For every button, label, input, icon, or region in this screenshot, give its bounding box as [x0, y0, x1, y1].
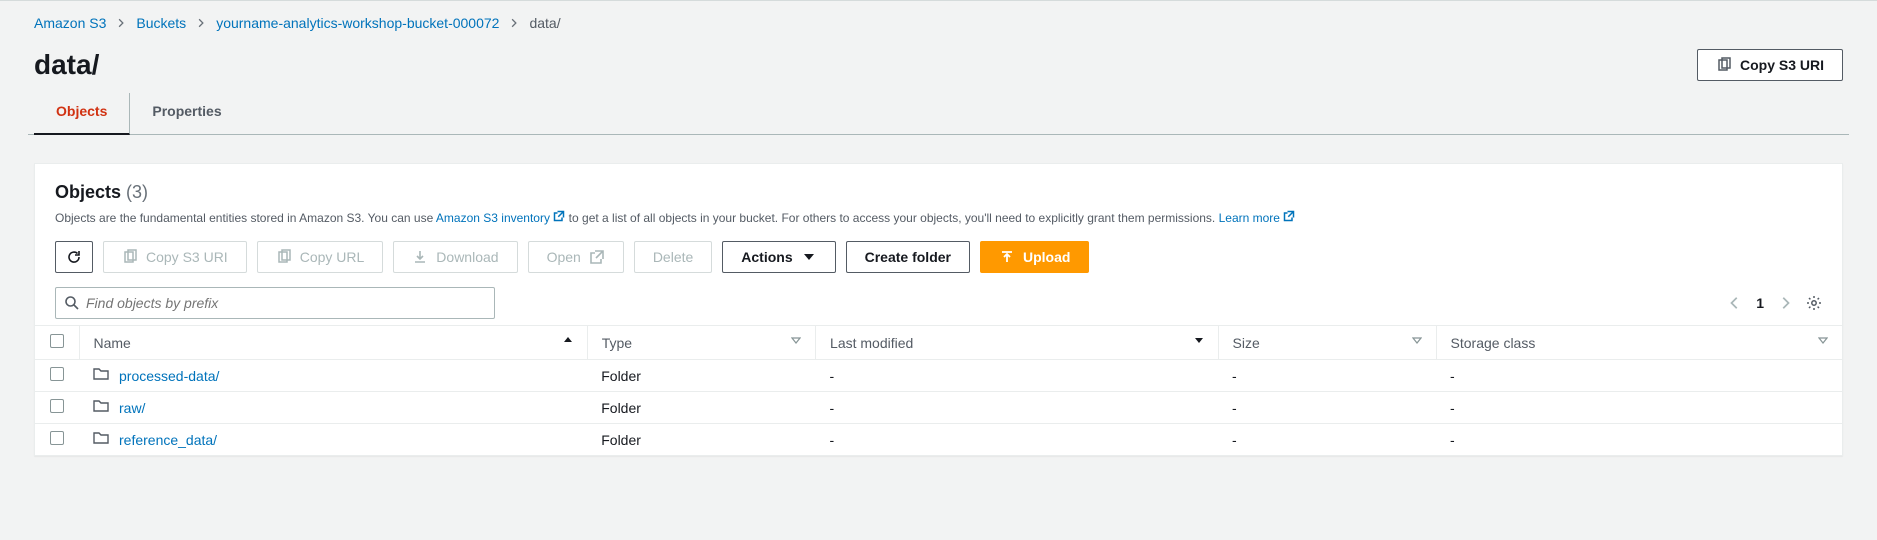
pagination: 1: [1728, 295, 1822, 311]
copy-s3-uri-toolbar-button[interactable]: Copy S3 URI: [103, 241, 247, 273]
cell-storage-class: -: [1436, 392, 1842, 424]
caret-down-icon: [801, 249, 817, 265]
table-row: reference_data/ Folder - - -: [35, 424, 1842, 456]
breadcrumb-link-s3[interactable]: Amazon S3: [34, 15, 106, 31]
cell-last-modified: -: [816, 392, 1218, 424]
table-row: processed-data/ Folder - - -: [35, 360, 1842, 392]
sort-icon: [1818, 335, 1828, 348]
copy-s3-uri-label: Copy S3 URI: [1740, 57, 1824, 73]
panel-description: Objects are the fundamental entities sto…: [55, 209, 1822, 227]
col-name[interactable]: Name: [79, 326, 587, 360]
tabs: Objects Properties: [28, 93, 1849, 135]
cell-type: Folder: [587, 392, 815, 424]
panel-title: Objects (3): [55, 182, 148, 202]
copy-icon: [1716, 57, 1732, 73]
learn-more-link[interactable]: Learn more: [1219, 211, 1296, 225]
page-title: data/: [34, 49, 99, 81]
col-type[interactable]: Type: [587, 326, 815, 360]
breadcrumb-link-bucket[interactable]: yourname-analytics-workshop-bucket-00007…: [216, 15, 499, 31]
create-folder-button[interactable]: Create folder: [846, 241, 970, 273]
tab-properties[interactable]: Properties: [130, 93, 243, 134]
object-name-link[interactable]: processed-data/: [119, 368, 219, 384]
sort-icon: [791, 335, 801, 348]
col-storage-class[interactable]: Storage class: [1436, 326, 1842, 360]
cell-storage-class: -: [1436, 424, 1842, 456]
settings-button[interactable]: [1806, 295, 1822, 311]
object-name-link[interactable]: reference_data/: [119, 432, 217, 448]
refresh-button[interactable]: [55, 241, 93, 273]
chevron-right-icon: [192, 18, 210, 28]
select-all-checkbox[interactable]: [50, 334, 64, 348]
inventory-link[interactable]: Amazon S3 inventory: [436, 211, 569, 225]
row-checkbox[interactable]: [50, 367, 64, 381]
external-link-icon: [553, 211, 565, 225]
copy-s3-uri-button[interactable]: Copy S3 URI: [1697, 49, 1843, 81]
cell-storage-class: -: [1436, 360, 1842, 392]
cell-type: Folder: [587, 360, 815, 392]
actions-button[interactable]: Actions: [722, 241, 835, 273]
table-row: raw/ Folder - - -: [35, 392, 1842, 424]
row-checkbox[interactable]: [50, 399, 64, 413]
prev-page-button[interactable]: [1728, 296, 1742, 310]
cell-size: -: [1218, 360, 1436, 392]
objects-panel: Objects (3) Objects are the fundamental …: [34, 163, 1843, 456]
sort-asc-icon: [563, 335, 573, 348]
delete-button[interactable]: Delete: [634, 241, 712, 273]
cell-size: -: [1218, 424, 1436, 456]
row-checkbox[interactable]: [50, 431, 64, 445]
upload-icon: [999, 249, 1015, 265]
col-last-modified[interactable]: Last modified: [816, 326, 1218, 360]
download-icon: [412, 249, 428, 265]
sort-icon: [1194, 335, 1204, 348]
breadcrumb-current: data/: [529, 15, 560, 31]
search-input[interactable]: [86, 295, 486, 311]
refresh-icon: [66, 249, 82, 265]
next-page-button[interactable]: [1778, 296, 1792, 310]
search-icon: [64, 295, 80, 311]
sort-icon: [1412, 335, 1422, 348]
cell-last-modified: -: [816, 360, 1218, 392]
search-box[interactable]: [55, 287, 495, 319]
copy-icon: [276, 249, 292, 265]
copy-icon: [122, 249, 138, 265]
col-size[interactable]: Size: [1218, 326, 1436, 360]
toolbar: Copy S3 URI Copy URL Download Open Delet…: [55, 241, 1822, 273]
copy-url-button[interactable]: Copy URL: [257, 241, 384, 273]
breadcrumb-link-buckets[interactable]: Buckets: [136, 15, 186, 31]
chevron-right-icon: [505, 18, 523, 28]
download-button[interactable]: Download: [393, 241, 517, 273]
breadcrumb: Amazon S3 Buckets yourname-analytics-wor…: [28, 1, 1849, 45]
folder-icon: [93, 398, 109, 417]
folder-icon: [93, 366, 109, 385]
folder-icon: [93, 430, 109, 449]
external-link-icon: [589, 249, 605, 265]
page-number: 1: [1756, 295, 1764, 311]
external-link-icon: [1283, 211, 1295, 225]
cell-size: -: [1218, 392, 1436, 424]
object-name-link[interactable]: raw/: [119, 400, 145, 416]
upload-button[interactable]: Upload: [980, 241, 1089, 273]
objects-table: Name Type Last modified Size: [35, 325, 1842, 455]
cell-last-modified: -: [816, 424, 1218, 456]
cell-type: Folder: [587, 424, 815, 456]
open-button[interactable]: Open: [528, 241, 624, 273]
chevron-right-icon: [112, 18, 130, 28]
tab-objects[interactable]: Objects: [34, 93, 130, 135]
